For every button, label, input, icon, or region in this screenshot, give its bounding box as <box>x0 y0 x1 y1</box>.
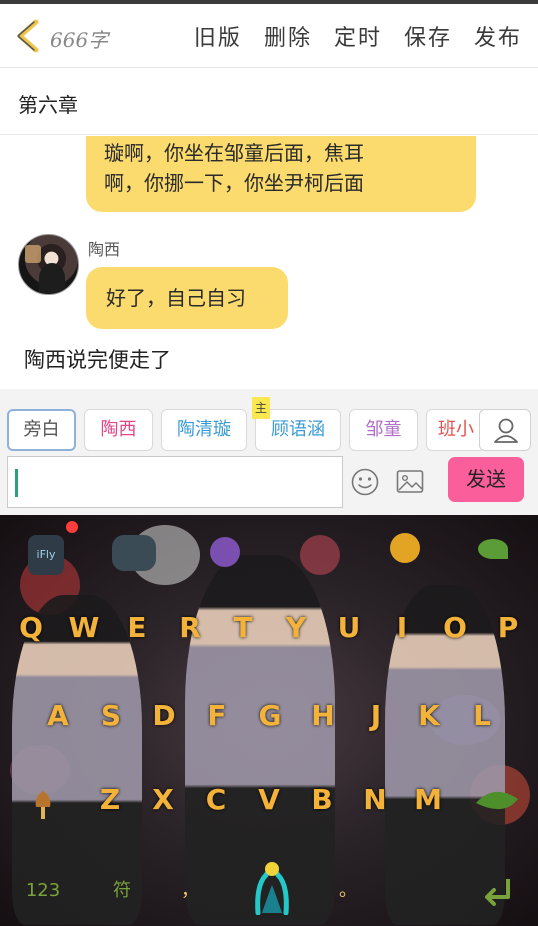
word-count: 666字 <box>50 28 109 52</box>
speaker-name: 陶西 <box>88 240 121 259</box>
key-t[interactable]: T <box>221 605 265 651</box>
key-e[interactable]: E <box>115 605 159 651</box>
background-bokeh <box>300 535 340 575</box>
text-caret <box>15 469 18 497</box>
character-chip-label: 邹童 <box>365 419 402 440</box>
key-y[interactable]: Y <box>274 605 318 651</box>
message-input[interactable] <box>7 456 343 508</box>
key-d[interactable]: D <box>142 693 186 739</box>
schedule-button[interactable]: 定时 <box>334 20 382 52</box>
key-f[interactable]: F <box>195 693 239 739</box>
toolbar-leaf-button[interactable] <box>478 539 508 559</box>
character-selector-panel: 旁白 陶西 陶清璇 主 顾语涵 邹童 班小 发送 <box>0 389 538 515</box>
character-chip-label: 旁白 <box>23 419 60 440</box>
toolbar-button[interactable] <box>112 535 156 571</box>
toolbar-button[interactable] <box>210 537 240 567</box>
key-z[interactable]: Z <box>88 777 132 823</box>
protagonist-badge: 主 <box>252 397 270 419</box>
enter-icon[interactable] <box>478 871 518 911</box>
key-b[interactable]: B <box>300 777 344 823</box>
key-j[interactable]: J <box>354 693 398 739</box>
save-button[interactable]: 保存 <box>404 20 452 52</box>
avatar-detail <box>39 263 65 293</box>
key-c[interactable]: C <box>194 777 238 823</box>
key-i[interactable]: I <box>380 605 424 651</box>
toolbar-button[interactable] <box>390 533 420 563</box>
key-o[interactable]: O <box>433 605 477 651</box>
header-actions: 旧版 删除 定时 保存 发布 <box>194 20 522 52</box>
character-chip-gu-yuhan[interactable]: 主 顾语涵 <box>252 397 341 451</box>
narration-text[interactable]: 陶西说完便走了 <box>24 344 171 374</box>
numbers-key[interactable]: 123 <box>20 871 66 911</box>
profile-icon <box>494 418 518 443</box>
key-v[interactable]: V <box>247 777 291 823</box>
bubble-line: 璇啊，你坐在邹童后面，焦耳 <box>104 141 364 165</box>
backspace-icon[interactable] <box>474 787 520 817</box>
back-chevron-icon[interactable] <box>12 16 46 56</box>
app-header: 666字 旧版 删除 定时 保存 发布 <box>0 4 538 68</box>
dialogue-bubble[interactable]: 好了，自己自习 <box>86 267 288 329</box>
send-button[interactable]: 发送 <box>448 457 524 502</box>
shift-icon[interactable] <box>30 787 56 823</box>
publish-button[interactable]: 发布 <box>474 20 522 52</box>
avatar-detail <box>25 245 41 263</box>
ime-keyboard: iFly Q W E R T Y U I O P A S D F G H J K… <box>0 515 538 926</box>
key-w[interactable]: W <box>62 605 106 651</box>
microphone-icon[interactable] <box>250 855 294 915</box>
key-q[interactable]: Q <box>9 605 53 651</box>
character-chip-narrator[interactable]: 旁白 <box>7 409 76 451</box>
key-s[interactable]: S <box>89 693 133 739</box>
key-p[interactable]: P <box>486 605 530 651</box>
key-a[interactable]: A <box>36 693 80 739</box>
key-x[interactable]: X <box>141 777 185 823</box>
key-u[interactable]: U <box>327 605 371 651</box>
key-g[interactable]: G <box>248 693 292 739</box>
character-chip-label: 班小 <box>438 419 474 440</box>
character-chip-label: 陶清璇 <box>177 419 231 440</box>
bubble-line: 啊，你挪一下，你坐尹柯后面 <box>104 171 364 195</box>
key-m[interactable]: M <box>406 777 450 823</box>
character-manage-button[interactable] <box>479 409 531 451</box>
symbols-key[interactable]: 符 <box>100 871 144 911</box>
image-icon[interactable] <box>396 469 424 495</box>
recording-dot <box>66 521 78 533</box>
chapter-title-row[interactable]: 第六章 <box>0 69 538 135</box>
period-key[interactable]: 。 <box>326 871 370 911</box>
character-chip-zoutong[interactable]: 邹童 <box>349 409 418 451</box>
character-chip-taoxi[interactable]: 陶西 <box>84 409 153 451</box>
character-chip-label: 顾语涵 <box>271 419 325 440</box>
key-h[interactable]: H <box>301 693 345 739</box>
character-chip-label: 陶西 <box>100 419 137 440</box>
delete-button[interactable]: 删除 <box>264 20 312 52</box>
key-r[interactable]: R <box>168 605 212 651</box>
story-content[interactable]: 璇啊，你坐在邹童后面，焦耳 啊，你挪一下，你坐尹柯后面 陶西 好了，自己自习 陶… <box>0 136 538 389</box>
character-chip-banxiao[interactable]: 班小 <box>426 409 486 451</box>
key-l[interactable]: L <box>460 693 504 739</box>
comma-key[interactable]: ， <box>168 871 212 911</box>
key-k[interactable]: K <box>407 693 451 739</box>
old-version-button[interactable]: 旧版 <box>194 20 242 52</box>
character-chip-tao-qingxuan[interactable]: 陶清璇 <box>161 409 247 451</box>
emoji-icon[interactable] <box>350 467 380 497</box>
chapter-title[interactable]: 第六章 <box>18 89 78 118</box>
ifly-logo[interactable]: iFly <box>28 535 64 575</box>
avatar[interactable] <box>18 234 79 295</box>
key-n[interactable]: N <box>353 777 397 823</box>
dialogue-bubble[interactable]: 璇啊，你坐在邹童后面，焦耳 啊，你挪一下，你坐尹柯后面 <box>86 136 476 212</box>
